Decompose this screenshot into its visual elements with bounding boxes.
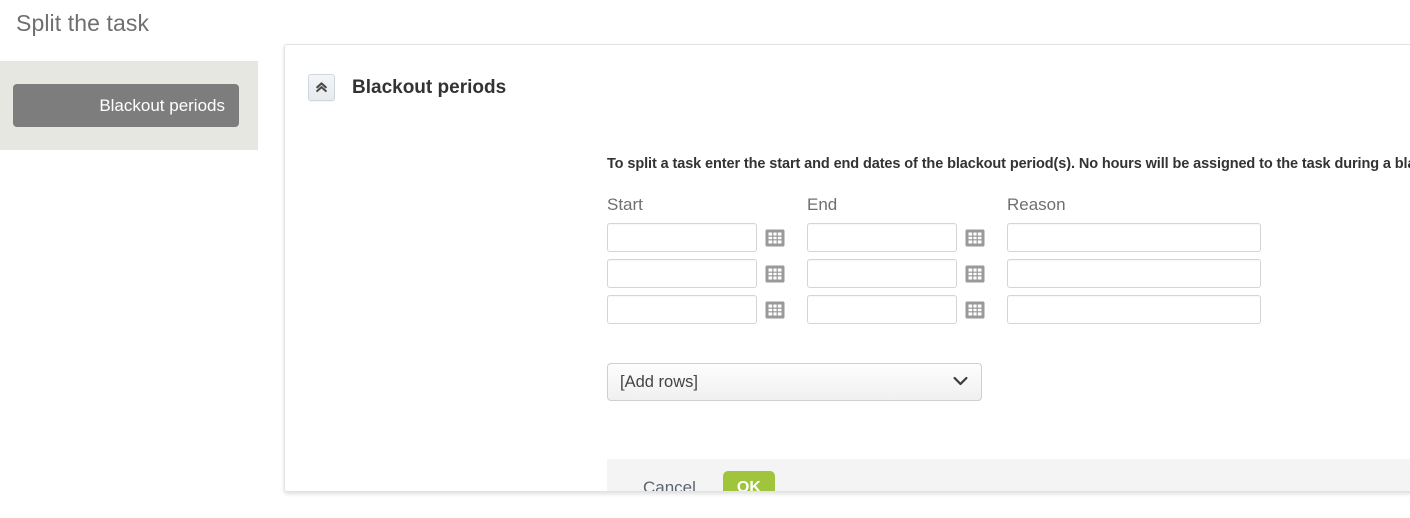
sidebar-item-blackout-periods[interactable]: Blackout periods [13,84,239,127]
calendar-icon[interactable] [964,299,986,321]
column-header-start: Start [607,195,643,214]
start-date-input[interactable] [607,223,757,252]
column-header-reason: Reason [1007,195,1066,214]
column-header-end: End [807,195,838,214]
reason-input[interactable] [1007,295,1261,324]
calendar-icon[interactable] [764,227,786,249]
cancel-button[interactable]: Cancel [643,478,696,491]
reason-input[interactable] [1007,259,1261,288]
end-date-input[interactable] [807,295,957,324]
panel-header: Blackout periods [308,74,506,101]
blackout-periods-panel: Blackout periods To split a task enter t… [284,44,1410,492]
panel-description: To split a task enter the start and end … [607,156,1410,172]
calendar-icon[interactable] [764,299,786,321]
start-date-input[interactable] [607,259,757,288]
end-date-input[interactable] [807,223,957,252]
reason-input[interactable] [1007,223,1261,252]
ok-button[interactable]: OK [722,470,775,491]
panel-title: Blackout periods [352,76,507,98]
sidebar-item-label: Blackout periods [99,95,225,115]
page-title: Split the task [16,10,150,36]
start-date-input[interactable] [607,295,757,324]
add-rows-select-wrapper: [Add rows] [607,363,982,401]
add-rows-select[interactable]: [Add rows] [607,363,982,401]
calendar-icon[interactable] [964,263,986,285]
double-chevron-up-icon[interactable] [308,74,335,101]
calendar-icon[interactable] [964,227,986,249]
end-date-input[interactable] [807,259,957,288]
sidebar: Blackout periods [0,61,258,150]
dialog-footer: Cancel OK [607,459,1410,491]
calendar-icon[interactable] [764,263,786,285]
